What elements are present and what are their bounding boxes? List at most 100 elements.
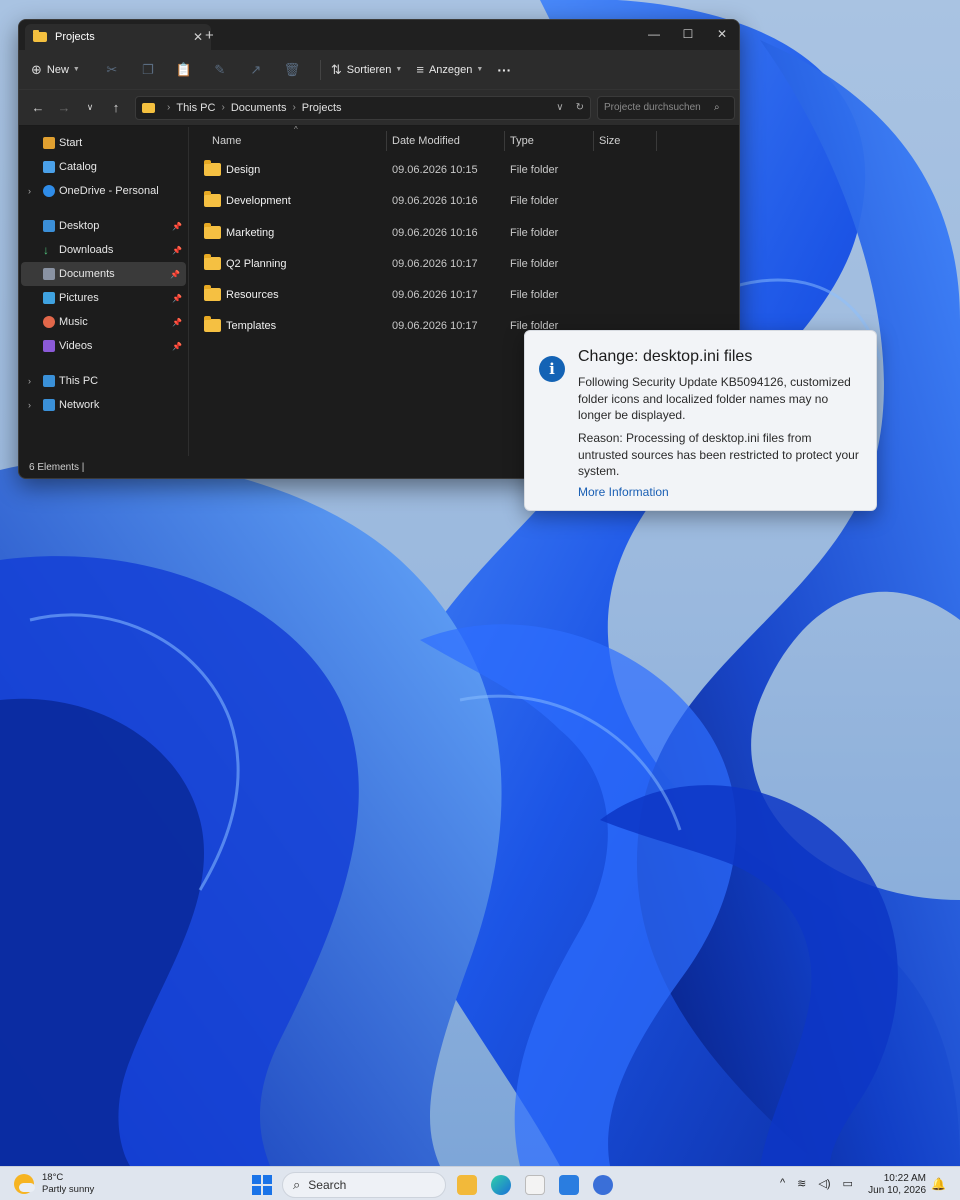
sidebar-item-catalog[interactable]: Catalog xyxy=(19,155,188,179)
recent-chevron-icon[interactable]: ∨ xyxy=(77,102,103,113)
sidebar-item-documents[interactable]: Documents 📌 xyxy=(21,262,186,286)
sidebar-item-label: Pictures xyxy=(59,292,99,304)
table-row[interactable]: Resources 09.06.2026 10:17 File folder xyxy=(189,280,739,311)
breadcrumb-projects[interactable]: Projects xyxy=(302,102,342,114)
expand-chevron-icon[interactable]: › xyxy=(28,400,31,410)
expand-chevron-icon[interactable]: › xyxy=(28,376,31,386)
sidebar-item-label: Documents xyxy=(59,268,115,280)
close-tab-icon[interactable]: ✕ xyxy=(193,30,203,44)
column-header-size[interactable]: Size xyxy=(599,135,620,147)
battery-icon[interactable]: ▭ xyxy=(843,1177,853,1190)
table-row[interactable]: Q2 Planning 09.06.2026 10:17 File folder xyxy=(189,249,739,280)
sort-button[interactable]: ⇅ Sortieren ▼ xyxy=(331,62,402,78)
address-dropdown-icon[interactable]: ∨ xyxy=(556,102,563,113)
store-icon[interactable] xyxy=(525,1175,545,1195)
pin-icon[interactable]: 📌 xyxy=(170,270,180,279)
table-row[interactable]: Design 09.06.2026 10:15 File folder xyxy=(189,155,739,186)
table-row[interactable]: Development 09.06.2026 10:16 File folder xyxy=(189,186,739,217)
windows-logo-quad xyxy=(252,1186,261,1195)
search-input[interactable] xyxy=(604,102,714,113)
column-header-type[interactable]: Type xyxy=(510,135,534,147)
file-explorer-taskbar-icon[interactable] xyxy=(457,1175,477,1195)
forward-arrow-icon[interactable]: → xyxy=(51,100,77,115)
sidebar-item-this-pc[interactable]: › This PC xyxy=(19,369,188,393)
music-icon xyxy=(43,316,55,328)
column-divider[interactable] xyxy=(593,131,594,151)
start-button[interactable] xyxy=(252,1175,272,1195)
chevron-right-icon: › xyxy=(221,102,225,113)
delete-icon[interactable]: 🗑 xyxy=(274,62,310,78)
copy-icon[interactable]: ❐ xyxy=(130,62,166,78)
download-icon: ↓ xyxy=(43,243,49,257)
file-name: Design xyxy=(226,164,261,176)
view-button[interactable]: ≡ Anzegen ▼ xyxy=(416,62,483,77)
navigation-pane: Start Catalog › OneDrive - Personal Desk… xyxy=(19,127,189,456)
expand-chevron-icon[interactable]: › xyxy=(28,186,31,196)
notification-toast[interactable]: i Change: desktop.ini files Following Se… xyxy=(524,330,877,511)
pin-icon[interactable]: 📌 xyxy=(172,246,182,255)
new-tab-button[interactable]: + xyxy=(205,27,214,44)
folder-icon xyxy=(204,253,221,270)
breadcrumb-documents[interactable]: Documents xyxy=(231,102,287,114)
sidebar-item-downloads[interactable]: ↓ Downloads 📌 xyxy=(19,238,188,262)
toast-title: Change: desktop.ini files xyxy=(578,348,753,365)
taskbar-search[interactable]: ⌕ Search xyxy=(282,1172,446,1198)
column-divider[interactable] xyxy=(656,131,657,151)
maximize-button[interactable]: ☐ xyxy=(671,20,705,50)
cut-icon[interactable]: ✂ xyxy=(94,62,130,78)
chevron-right-icon: › xyxy=(292,102,296,113)
pictures-icon xyxy=(43,292,55,304)
minimize-button[interactable]: — xyxy=(637,20,671,50)
more-options-button[interactable]: ··· xyxy=(497,62,511,78)
pin-icon[interactable]: 📌 xyxy=(172,222,182,231)
table-row[interactable]: Marketing 09.06.2026 10:16 File folder xyxy=(189,218,739,249)
tab-projects[interactable]: Projects ✕ xyxy=(25,24,211,50)
sidebar-item-network[interactable]: › Network xyxy=(19,393,188,417)
sidebar-item-pictures[interactable]: Pictures 📌 xyxy=(19,286,188,310)
wifi-icon[interactable]: ≋ xyxy=(797,1177,806,1190)
settings-app-icon[interactable] xyxy=(593,1175,613,1195)
rename-icon[interactable]: ✎ xyxy=(202,62,238,78)
paste-icon[interactable]: 📋 xyxy=(166,62,202,78)
volume-icon[interactable]: ◁) xyxy=(818,1177,830,1190)
clock[interactable]: 10:22 AM Jun 10, 2026 xyxy=(868,1173,926,1197)
file-type: File folder xyxy=(510,289,559,302)
view-list-icon: ≡ xyxy=(416,62,424,77)
column-header-date[interactable]: Date Modified xyxy=(392,135,460,147)
pin-icon[interactable]: 📌 xyxy=(172,342,182,351)
sidebar-item-desktop[interactable]: Desktop 📌 xyxy=(19,214,188,238)
share-icon[interactable]: ↗ xyxy=(238,62,274,78)
sidebar-item-music[interactable]: Music 📌 xyxy=(19,310,188,334)
more-information-link[interactable]: More Information xyxy=(578,485,669,499)
sidebar-item-label: Start xyxy=(59,137,83,149)
view-label: Anzegen xyxy=(428,63,473,76)
refresh-icon[interactable]: ↻ xyxy=(576,102,584,113)
file-date: 09.06.2026 10:16 xyxy=(392,226,478,239)
info-icon: i xyxy=(539,356,565,382)
weather-widget[interactable]: 18°C Partly sunny xyxy=(14,1172,94,1196)
back-arrow-icon[interactable]: ← xyxy=(25,100,51,115)
up-arrow-icon[interactable]: ↑ xyxy=(103,100,129,115)
address-bar[interactable]: › This PC › Documents › Projects ∨ ↻ xyxy=(135,95,591,120)
partly-sunny-icon xyxy=(14,1174,35,1194)
toast-body: Following Security Update KB5094126, cus… xyxy=(578,375,851,422)
column-divider[interactable] xyxy=(504,131,505,151)
file-date: 09.06.2026 10:17 xyxy=(392,289,478,302)
new-button[interactable]: ⊕ New ▼ xyxy=(31,62,80,78)
breadcrumb-this-pc[interactable]: This PC xyxy=(176,102,215,114)
sidebar-item-videos[interactable]: Videos 📌 xyxy=(19,334,188,358)
document-icon xyxy=(43,268,55,280)
pin-icon[interactable]: 📌 xyxy=(172,318,182,327)
sidebar-item-start[interactable]: Start xyxy=(19,131,188,155)
column-divider[interactable] xyxy=(386,131,387,151)
notification-bell-icon[interactable]: 🔔 xyxy=(931,1177,946,1191)
address-row: ← → ∨ ↑ › This PC › Documents › Projects… xyxy=(19,90,739,126)
edge-browser-icon[interactable] xyxy=(491,1175,511,1195)
show-hidden-icons-icon[interactable]: ^ xyxy=(780,1177,785,1190)
control-panel-icon[interactable] xyxy=(559,1175,579,1195)
sidebar-item-label: This PC xyxy=(59,375,99,387)
sidebar-item-onedrive[interactable]: › OneDrive - Personal xyxy=(19,179,188,203)
pin-icon[interactable]: 📌 xyxy=(172,294,182,303)
column-header-name[interactable]: Name xyxy=(212,135,241,147)
close-window-button[interactable]: ✕ xyxy=(705,20,739,50)
